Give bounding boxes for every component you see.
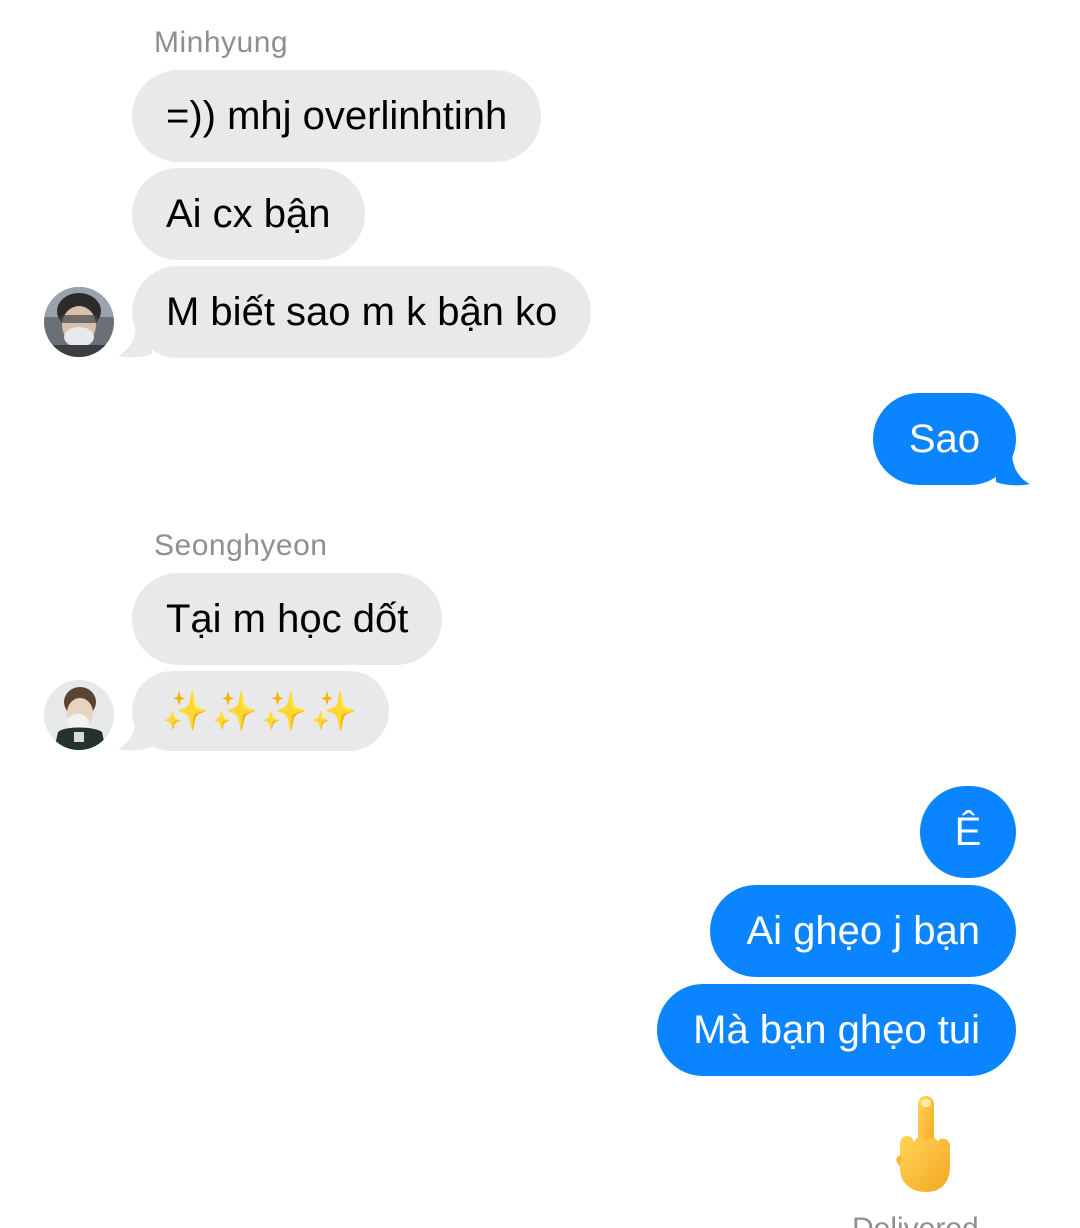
- bubble-tail-outgoing: [996, 452, 1030, 486]
- message-text: Ai ghẹo j bạn: [746, 909, 980, 953]
- message-text: Ê: [954, 810, 982, 854]
- message-bubble-incoming[interactable]: ✨✨✨✨: [132, 671, 390, 751]
- sparkles-emoji-text: ✨✨✨✨: [162, 689, 360, 733]
- message-bubble-outgoing[interactable]: Ai ghẹo j bạn: [710, 885, 1016, 977]
- message-text: Tại m học dốt: [166, 597, 409, 641]
- middle-finger-emoji-icon[interactable]: [890, 1092, 962, 1196]
- message-bubble-incoming[interactable]: =)) mhj overlinhtinh: [132, 70, 542, 162]
- bubble-tail-incoming: [118, 324, 152, 358]
- message-text: =)) mhj overlinhtinh: [166, 94, 508, 138]
- message-text: Mà bạn ghẹo tui: [693, 1008, 980, 1052]
- message-bubble-outgoing[interactable]: Ê: [920, 786, 1016, 878]
- avatar-seonghyeon[interactable]: [44, 680, 114, 750]
- user-avatar-icon: [44, 680, 114, 750]
- message-bubble-outgoing[interactable]: Sao: [872, 393, 1016, 485]
- sender-name-minhyung: Minhyung: [154, 26, 289, 59]
- message-text: Ai cx bận: [166, 192, 331, 236]
- message-bubble-outgoing[interactable]: Mà bạn ghẹo tui: [657, 984, 1016, 1076]
- message-bubble-incoming[interactable]: M biết sao m k bận ko: [132, 266, 592, 358]
- message-bubble-incoming[interactable]: Ai cx bận: [132, 168, 365, 260]
- sender-name-seonghyeon: Seonghyeon: [154, 529, 328, 562]
- message-text: Sao: [908, 417, 980, 461]
- delivered-status: Delivered: [852, 1212, 979, 1228]
- message-bubble-incoming[interactable]: Tại m học dốt: [132, 573, 443, 665]
- message-text: M biết sao m k bận ko: [166, 290, 558, 334]
- user-avatar-icon: [44, 287, 114, 357]
- bubble-tail-incoming: [118, 717, 152, 751]
- avatar-minhyung[interactable]: [44, 287, 114, 357]
